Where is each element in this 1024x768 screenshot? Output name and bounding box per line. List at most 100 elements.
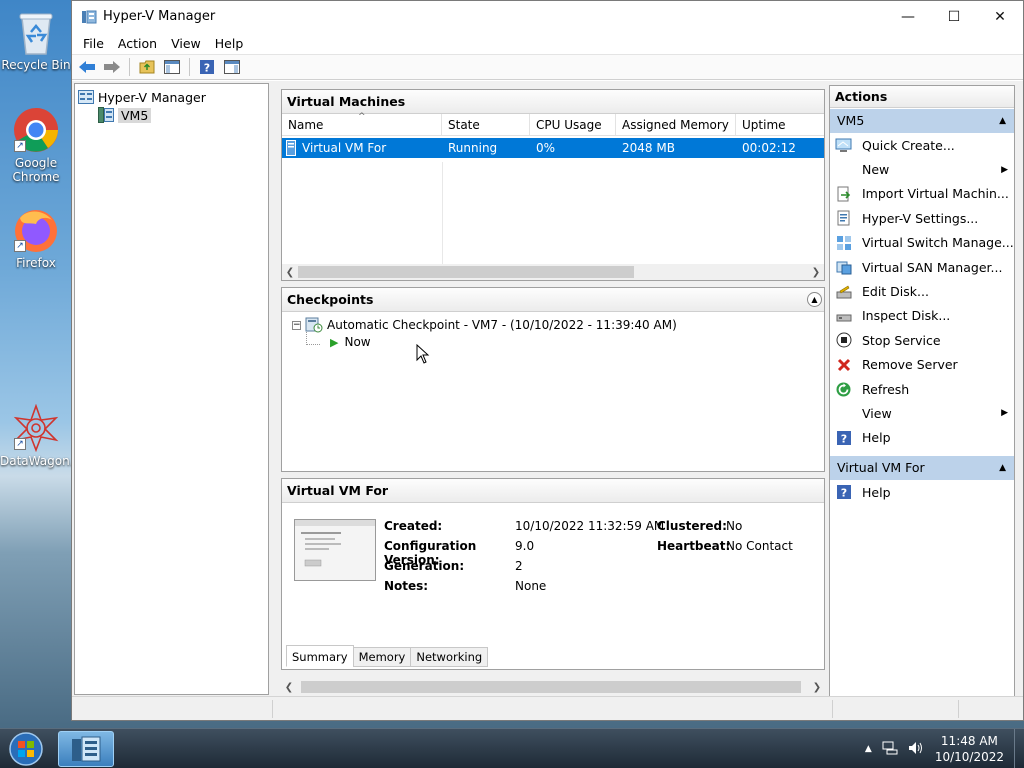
action-inspect-disk[interactable]: Inspect Disk... xyxy=(830,304,1014,328)
vm-cpu: 0% xyxy=(536,141,556,155)
clock-time: 11:48 AM xyxy=(940,734,998,748)
help-toolbar-button[interactable]: ? xyxy=(196,57,218,77)
detail-value: No xyxy=(726,519,743,533)
maximize-button[interactable]: ☐ xyxy=(931,1,977,32)
tree-item-vm5[interactable]: VM5 xyxy=(98,106,265,124)
show-hide-tree-button[interactable] xyxy=(161,57,183,77)
vm-memory: 2048 MB xyxy=(622,141,675,155)
checkpoint-item[interactable]: − Automatic Checkpoint - VM7 - (10/10/20… xyxy=(292,316,824,334)
menu-action[interactable]: Action xyxy=(111,36,164,51)
volume-icon[interactable] xyxy=(908,741,924,758)
desktop-icon-label: Firefox xyxy=(16,256,56,270)
collapse-up-icon[interactable]: ▲ xyxy=(807,292,822,307)
action-label: View xyxy=(862,405,892,421)
action-pane-button[interactable] xyxy=(221,57,243,77)
menu-file[interactable]: File xyxy=(76,36,111,51)
panel-title: Checkpoints ▲ xyxy=(282,288,824,312)
desktop-icon-firefox[interactable]: ↗ Firefox xyxy=(0,206,72,270)
datawagon-icon: ↗ xyxy=(12,403,60,453)
action-virtual-switch-manager[interactable]: Virtual Switch Manage... xyxy=(830,231,1014,255)
up-folder-button[interactable] xyxy=(136,57,158,77)
column-header-uptime[interactable]: Uptime xyxy=(736,114,824,135)
actions-section-vm5[interactable]: VM5 ▲ xyxy=(830,109,1014,133)
close-button[interactable]: ✕ xyxy=(977,1,1023,32)
column-header-cpu[interactable]: CPU Usage xyxy=(530,114,616,135)
checkpoint-label: Now xyxy=(344,335,371,349)
action-label: Quick Create... xyxy=(862,137,955,153)
vm-horizontal-scrollbar[interactable]: ❮ ❯ xyxy=(282,264,824,280)
action-hyperv-settings[interactable]: Hyper-V Settings... xyxy=(830,206,1014,230)
detail-value: None xyxy=(515,579,547,593)
title-bar[interactable]: Hyper-V Manager — ☐ ✕ xyxy=(72,1,1023,32)
action-help[interactable]: ? Help xyxy=(830,426,1014,450)
tree-collapse-icon[interactable]: − xyxy=(292,320,301,330)
action-remove-server[interactable]: Remove Server xyxy=(830,353,1014,377)
column-label: Name xyxy=(288,118,324,132)
toolbar: ? xyxy=(72,54,1023,80)
detail-label: Created: xyxy=(384,519,443,533)
back-arrow-icon xyxy=(79,61,95,73)
network-icon[interactable] xyxy=(882,741,898,758)
detail-label: Clustered: xyxy=(657,519,727,533)
scroll-right-icon[interactable]: ❯ xyxy=(809,682,825,693)
back-button[interactable] xyxy=(76,57,98,77)
actions-title: Actions xyxy=(830,86,1014,108)
desktop-icon-datawagon[interactable]: ↗ DataWagon... xyxy=(0,403,81,468)
show-desktop-button[interactable] xyxy=(1014,729,1024,768)
scroll-right-icon[interactable]: ❯ xyxy=(808,267,824,278)
scroll-left-icon[interactable]: ❮ xyxy=(282,267,298,278)
menu-view[interactable]: View xyxy=(164,36,208,51)
action-vm-help[interactable]: ? Help xyxy=(830,480,1014,504)
column-header-memory[interactable]: Assigned Memory xyxy=(616,114,736,135)
column-header-name[interactable]: Name ^ xyxy=(282,112,442,135)
action-stop-service[interactable]: Stop Service xyxy=(830,328,1014,352)
show-hidden-icons-icon[interactable]: ▲ xyxy=(865,744,872,754)
action-new[interactable]: New ▶ xyxy=(830,157,1014,181)
table-row[interactable]: Virtual VM For Running 0% 2048 MB 00:02:… xyxy=(282,138,824,158)
vm-thumbnail[interactable] xyxy=(294,519,376,581)
detail-value: 9.0 xyxy=(515,539,535,553)
vm-uptime: 00:02:12 xyxy=(742,141,796,155)
section-label: VM5 xyxy=(837,113,865,128)
desktop-icon-recycle-bin[interactable]: Recycle Bin xyxy=(0,8,72,72)
taskbar-hyperv-manager[interactable] xyxy=(58,731,114,767)
checkpoint-label: Automatic Checkpoint - VM7 - (10/10/2022… xyxy=(327,318,677,332)
column-divider xyxy=(442,162,443,264)
collapse-triangle-icon[interactable]: ▲ xyxy=(999,109,1006,133)
forward-button[interactable] xyxy=(101,57,123,77)
help-icon: ? xyxy=(200,60,214,74)
tree-item-hyperv-manager[interactable]: Hyper-V Manager xyxy=(78,88,265,106)
vm-running-icon xyxy=(286,140,296,156)
scrollbar-thumb[interactable] xyxy=(298,266,634,278)
start-button[interactable] xyxy=(6,731,46,767)
minimize-button[interactable]: — xyxy=(885,1,931,32)
action-virtual-san-manager[interactable]: Virtual SAN Manager... xyxy=(830,255,1014,279)
action-import-vm[interactable]: Import Virtual Machin... xyxy=(830,182,1014,206)
checkpoint-now-item[interactable]: ▶ Now xyxy=(330,334,824,350)
tab-memory[interactable]: Memory xyxy=(352,647,412,667)
taskbar-clock[interactable]: 11:48 AM 10/10/2022 xyxy=(935,733,1004,765)
shortcut-arrow-icon: ↗ xyxy=(14,140,26,152)
scroll-left-icon[interactable]: ❮ xyxy=(281,682,297,693)
inspect-disk-icon xyxy=(835,307,852,324)
action-refresh[interactable]: Refresh xyxy=(830,377,1014,401)
status-separator xyxy=(832,700,833,718)
column-header-state[interactable]: State xyxy=(442,114,530,135)
action-edit-disk[interactable]: Edit Disk... xyxy=(830,279,1014,303)
tab-summary[interactable]: Summary xyxy=(286,645,354,667)
desktop-icon-google-chrome[interactable]: ↗ Google Chrome xyxy=(0,106,72,184)
actions-section-virtual-vm-for[interactable]: Virtual VM For ▲ xyxy=(830,456,1014,481)
action-quick-create[interactable]: Quick Create... xyxy=(830,133,1014,157)
action-label: Help xyxy=(862,484,891,500)
main-body: Hyper-V Manager VM5 Virtual Machines Nam… xyxy=(72,81,1023,697)
submenu-arrow-icon: ▶ xyxy=(1001,408,1008,419)
scrollbar-thumb[interactable] xyxy=(301,681,801,693)
collapse-triangle-icon[interactable]: ▲ xyxy=(999,456,1006,480)
action-view[interactable]: View ▶ xyxy=(830,401,1014,425)
svg-text:?: ? xyxy=(840,432,846,445)
tab-networking[interactable]: Networking xyxy=(410,647,489,667)
action-label: Help xyxy=(862,430,891,446)
menu-help[interactable]: Help xyxy=(208,36,251,51)
detail-label: Generation: xyxy=(384,559,465,573)
center-horizontal-scrollbar[interactable]: ❮ ❯ xyxy=(281,679,825,695)
